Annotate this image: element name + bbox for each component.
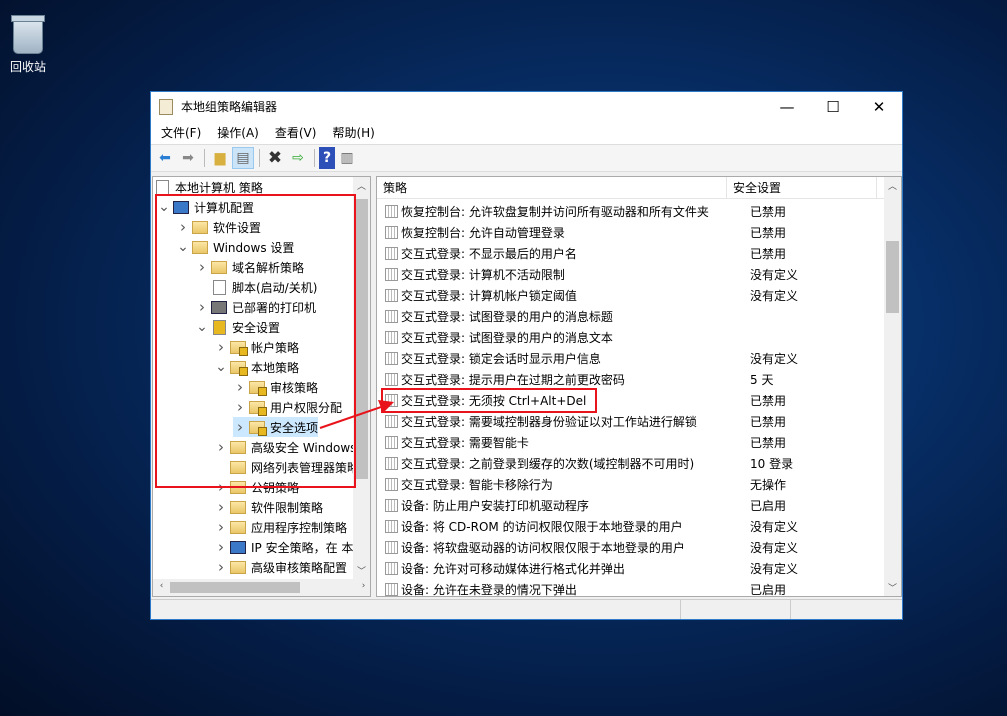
annotation-arrow <box>319 400 394 429</box>
